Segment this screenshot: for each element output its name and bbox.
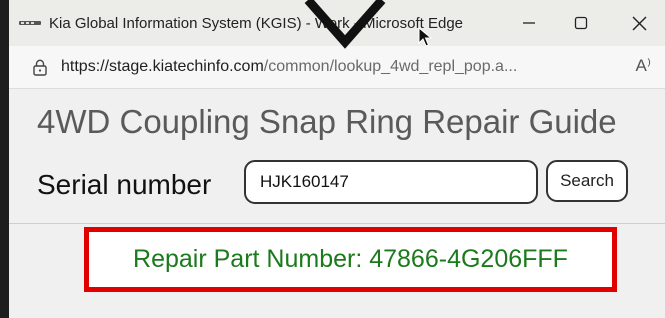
- serial-number-label: Serial number: [37, 169, 212, 200]
- maximize-button[interactable]: [551, 0, 611, 46]
- read-aloud-icon[interactable]: A⁾: [635, 56, 651, 76]
- chevron-down-icon: [304, 0, 386, 49]
- result-highlight-box: Repair Part Number: 47866-4G206FFF: [84, 227, 617, 292]
- app-icon: [19, 16, 41, 30]
- serial-number-input[interactable]: [244, 160, 538, 204]
- repair-part-number: Repair Part Number: 47866-4G206FFF: [133, 245, 568, 273]
- maximize-icon: [574, 16, 588, 30]
- lock-icon[interactable]: [33, 59, 47, 76]
- page-content: 4WD Coupling Snap Ring Repair Guide Seri…: [9, 89, 665, 318]
- url-text[interactable]: https://stage.kiatechinfo.com/common/loo…: [61, 58, 591, 76]
- url-path: /common/lookup_4wd_repl_pop.a...: [263, 58, 518, 75]
- close-button[interactable]: [609, 0, 665, 46]
- window-edge: [0, 0, 9, 318]
- divider: [9, 223, 665, 224]
- minimize-icon: [523, 22, 535, 24]
- browser-window: Kia Global Information System (KGIS) - W…: [0, 0, 665, 318]
- close-icon: [632, 16, 646, 30]
- window-title: Kia Global Information System (KGIS) - W…: [49, 14, 464, 32]
- mouse-cursor-icon: [418, 27, 432, 47]
- url-host: https://stage.kiatechinfo.com: [61, 58, 264, 75]
- address-bar[interactable]: https://stage.kiatechinfo.com/common/loo…: [9, 46, 665, 89]
- search-button[interactable]: Search: [546, 160, 628, 202]
- minimize-button[interactable]: [499, 0, 559, 46]
- page-title: 4WD Coupling Snap Ring Repair Guide: [37, 103, 617, 140]
